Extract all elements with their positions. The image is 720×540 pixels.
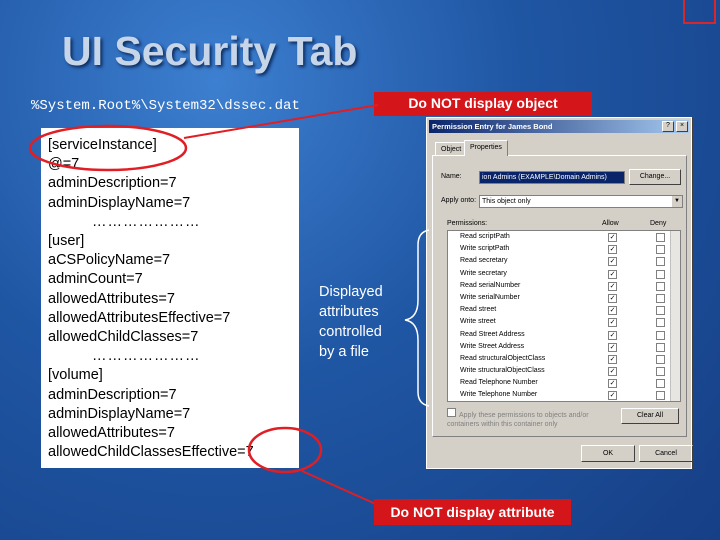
connector-line-attribute: [301, 470, 379, 506]
tab-properties[interactable]: Properties: [464, 140, 508, 156]
highlight-ellipse-effective: [247, 426, 323, 474]
permissions-bracket: [404, 229, 430, 407]
connector-line-object: [183, 104, 379, 139]
annotation-overlay: [28, 104, 430, 506]
callout-do-not-display-attribute: Do NOT display attribute: [374, 499, 571, 525]
highlight-ellipse-service-instance: [28, 124, 188, 172]
